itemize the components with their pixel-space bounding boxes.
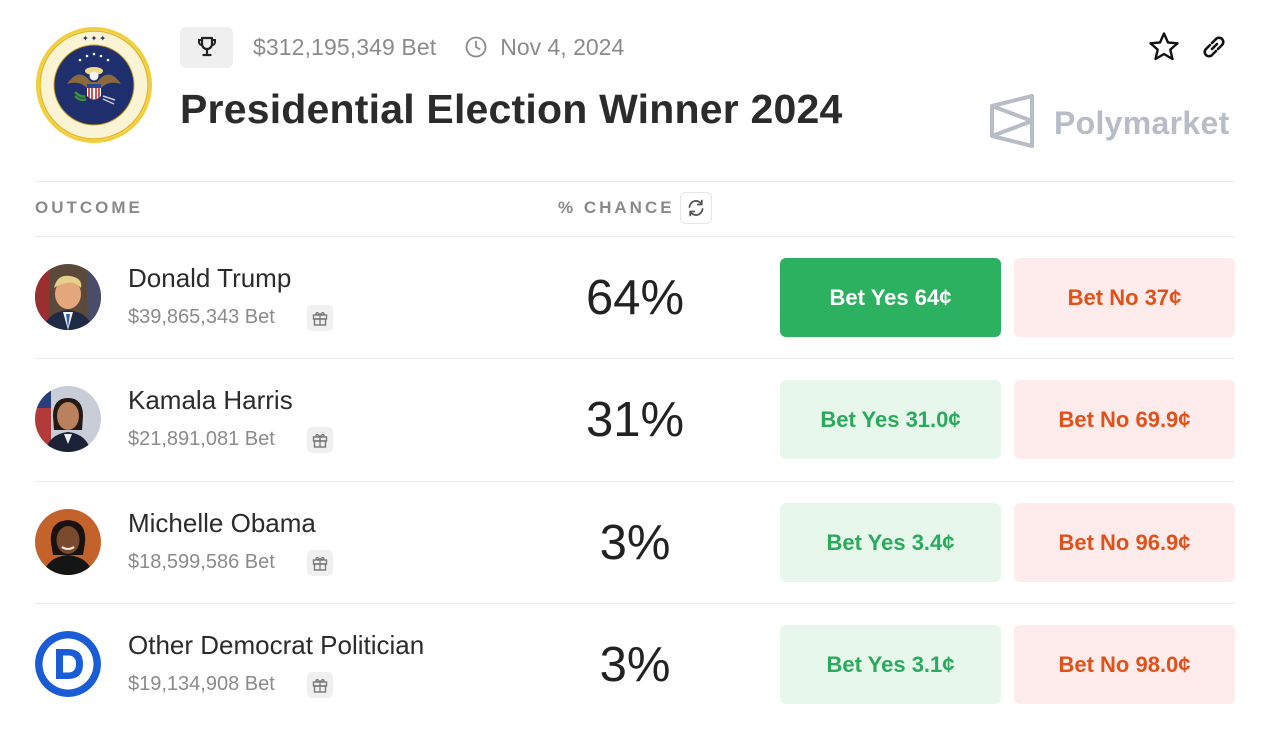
- polymarket-brand[interactable]: Polymarket: [988, 94, 1230, 153]
- outcome-volume: $18,599,586 Bet: [128, 551, 275, 573]
- bet-no-button[interactable]: Bet No 96.9¢: [1014, 503, 1235, 582]
- brand-name: Polymarket: [1054, 105, 1230, 141]
- svg-text:✦ ✦ ✦: ✦ ✦ ✦: [82, 34, 106, 43]
- page-title: Presidential Election Winner 2024: [180, 86, 843, 132]
- clock-icon: [464, 35, 488, 59]
- end-date: Nov 4, 2024: [500, 33, 625, 60]
- gift-icon[interactable]: [307, 427, 333, 453]
- bet-yes-button[interactable]: Bet Yes 64¢: [780, 258, 1001, 337]
- gift-icon[interactable]: [307, 305, 333, 331]
- total-volume: $312,195,349 Bet: [253, 33, 437, 60]
- bet-yes-button[interactable]: Bet Yes 3.4¢: [780, 503, 1001, 582]
- outcome-chance: 64%: [585, 271, 685, 325]
- gift-icon[interactable]: [307, 672, 333, 698]
- bet-yes-button[interactable]: Bet Yes 31.0¢: [780, 380, 1001, 459]
- polymarket-logo-icon: [988, 94, 1036, 153]
- outcome-row-other-democrat[interactable]: Other Democrat Politician $19,134,908 Be…: [0, 604, 1266, 726]
- link-icon[interactable]: [1197, 30, 1231, 64]
- outcome-name[interactable]: Kamala Harris: [128, 385, 293, 416]
- star-icon[interactable]: [1147, 30, 1181, 64]
- avatar-obama: [35, 509, 101, 575]
- outcome-name[interactable]: Donald Trump: [128, 263, 291, 294]
- chance-column-header: % CHANCE: [558, 198, 675, 217]
- outcome-name[interactable]: Other Democrat Politician: [128, 630, 424, 661]
- bet-no-button[interactable]: Bet No 37¢: [1014, 258, 1235, 337]
- democrat-d-icon: [35, 631, 101, 697]
- outcome-name[interactable]: Michelle Obama: [128, 508, 316, 539]
- outcome-row-trump[interactable]: Donald Trump $39,865,343 Bet 64% Bet Yes…: [0, 237, 1266, 359]
- market-meta: $312,195,349 Bet Nov 4, 2024: [180, 26, 625, 68]
- outcome-row-obama[interactable]: Michelle Obama $18,599,586 Bet 3% Bet Ye…: [0, 482, 1266, 604]
- outcome-chance: 3%: [599, 638, 671, 692]
- outcome-volume: $39,865,343 Bet: [128, 306, 275, 328]
- outcome-volume: $21,891,081 Bet: [128, 428, 275, 450]
- header-divider: [35, 181, 1235, 182]
- outcome-row-harris[interactable]: Kamala Harris $21,891,081 Bet 31% Bet Ye…: [0, 359, 1266, 481]
- avatar-harris: [35, 386, 101, 452]
- outcome-column-header: OUTCOME: [35, 198, 143, 217]
- bet-no-button[interactable]: Bet No 98.0¢: [1014, 625, 1235, 704]
- outcome-volume: $19,134,908 Bet: [128, 673, 275, 695]
- bet-yes-button[interactable]: Bet Yes 3.1¢: [780, 625, 1001, 704]
- refresh-icon[interactable]: [680, 192, 712, 224]
- bet-no-button[interactable]: Bet No 69.9¢: [1014, 380, 1235, 459]
- avatar-trump: [35, 264, 101, 330]
- presidential-seal-icon: ✦ ✦ ✦: [35, 26, 153, 144]
- outcome-chance: 31%: [585, 393, 685, 447]
- outcome-chance: 3%: [599, 516, 671, 570]
- gift-icon[interactable]: [307, 550, 333, 576]
- trophy-icon[interactable]: [180, 26, 233, 68]
- market-header: ✦ ✦ ✦ $312,195,349 Bet Nov 4, 2024 Presi…: [0, 0, 1266, 182]
